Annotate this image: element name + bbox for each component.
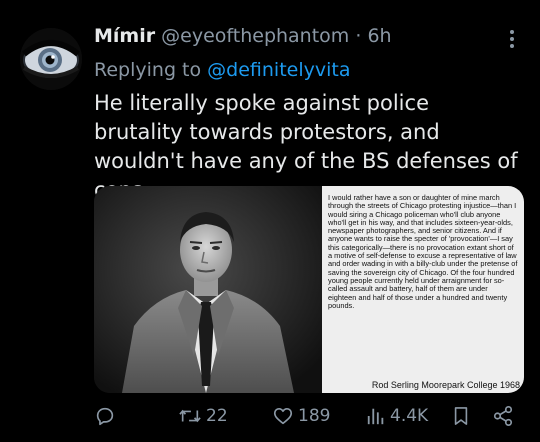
tweet: Mímir @eyeofthephantom · 6h Replying to …: [0, 0, 540, 442]
retweet-icon: [179, 409, 201, 423]
action-bar: 22 189 4.4K: [94, 404, 524, 428]
quote-attribution: Rod Serling Moorepark College 1968: [371, 380, 520, 390]
share-button[interactable]: [492, 404, 514, 428]
eye-avatar-icon: [20, 28, 82, 90]
black-and-white-portrait-icon: [94, 186, 322, 393]
views-chart-icon: [367, 408, 384, 425]
reply-icon: [96, 407, 114, 426]
retweet-count: 22: [206, 406, 228, 426]
quote-text: I would rather have a son or daughter of…: [328, 193, 518, 310]
like-button[interactable]: 189: [272, 404, 330, 428]
avatar[interactable]: [20, 28, 82, 90]
views-button[interactable]: 4.4K: [366, 404, 428, 428]
quote-panel: I would rather have a son or daughter of…: [322, 186, 524, 393]
separator-dot: ·: [355, 25, 362, 47]
replying-prefix: Replying to: [94, 59, 202, 81]
retweet-button[interactable]: 22: [178, 404, 228, 428]
portrait-photo: [94, 186, 322, 393]
share-icon: [493, 406, 513, 426]
more-options-button[interactable]: [504, 28, 520, 50]
bookmark-button[interactable]: [452, 404, 470, 428]
replying-mention-link[interactable]: @definitelyvita: [207, 59, 350, 81]
tweet-media[interactable]: I would rather have a son or daughter of…: [94, 186, 524, 393]
user-handle[interactable]: @eyeofthephantom: [161, 25, 349, 47]
replying-to-line: Replying to @definitelyvita: [94, 56, 351, 84]
heart-icon: [273, 408, 293, 425]
tweet-header: Mímir @eyeofthephantom · 6h: [94, 22, 500, 50]
timestamp[interactable]: 6h: [367, 25, 391, 47]
like-count: 189: [298, 406, 331, 426]
display-name[interactable]: Mímir: [94, 25, 155, 47]
vertical-ellipsis-icon: [510, 30, 514, 48]
bookmark-icon: [454, 407, 468, 425]
reply-button[interactable]: [94, 404, 116, 428]
view-count: 4.4K: [390, 406, 429, 426]
